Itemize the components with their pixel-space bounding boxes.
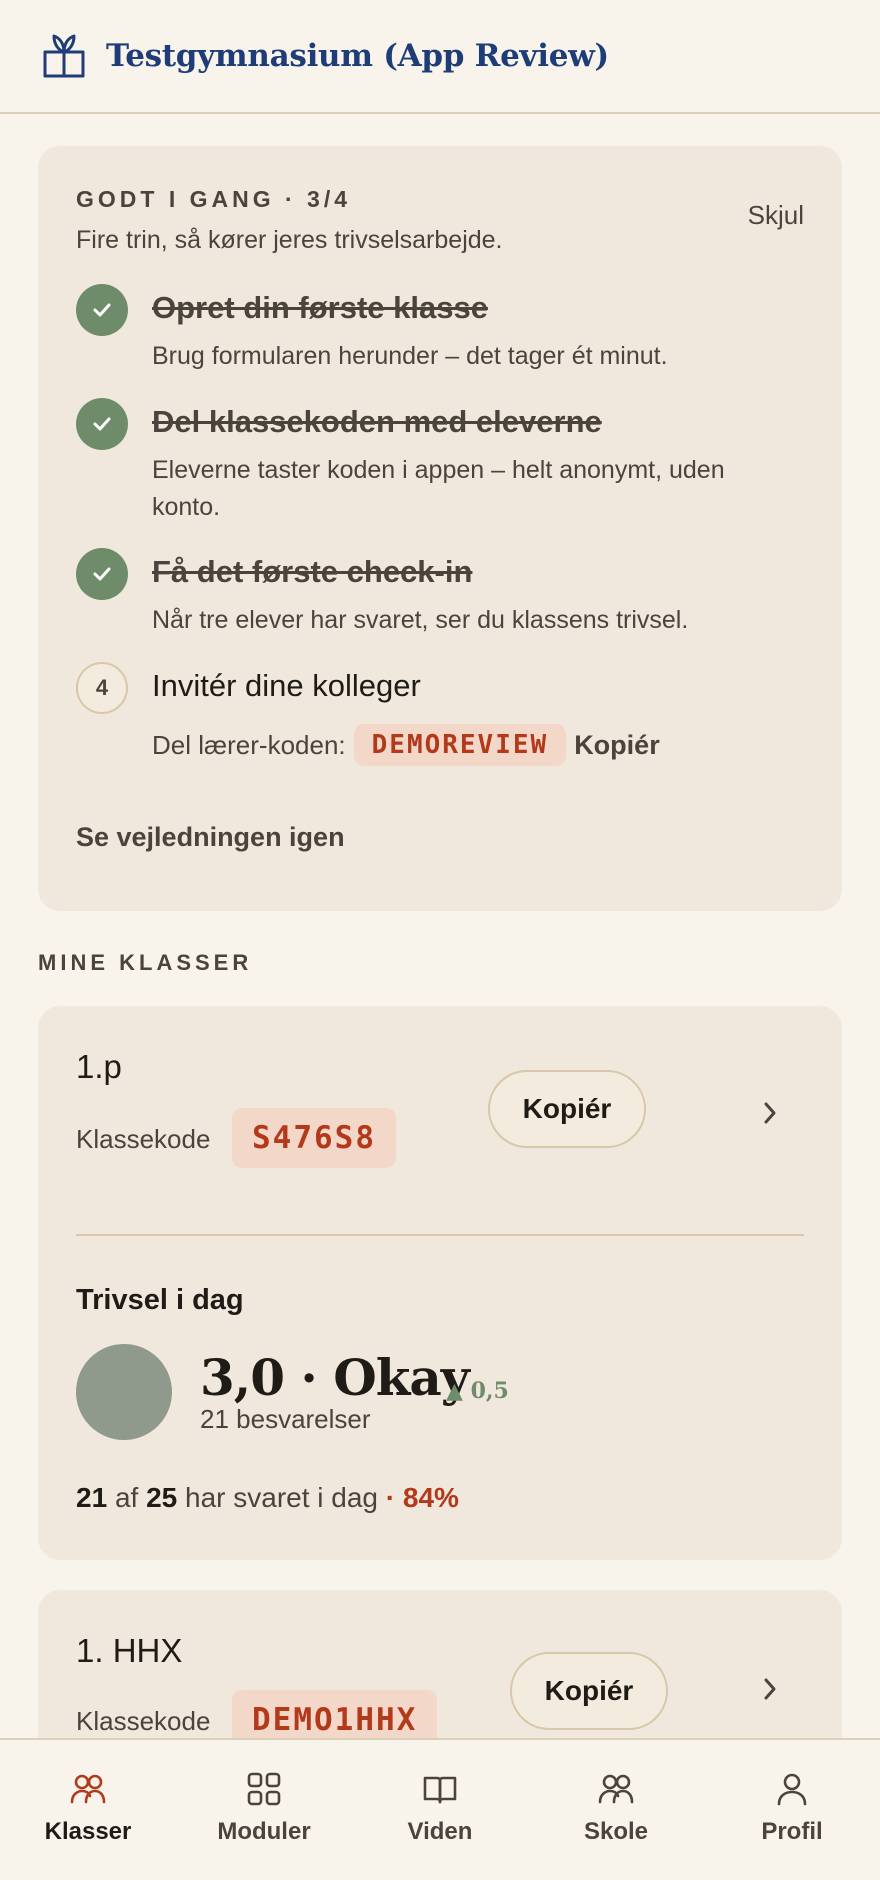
copy-teacher-code-button[interactable]: Kopiér: [574, 730, 660, 761]
nav-item-moduler[interactable]: Moduler: [176, 1740, 352, 1880]
nav-label: Klasser: [44, 1818, 132, 1845]
nav-item-viden[interactable]: Viden: [352, 1740, 528, 1880]
show-guide-link[interactable]: Se vejledningen igen: [76, 822, 345, 853]
check-icon: [76, 548, 128, 600]
mood-indicator: [76, 1344, 172, 1440]
card-divider: [76, 1234, 804, 1236]
step-description: Eleverne taster koden i appen – helt ano…: [152, 456, 725, 521]
class-code-label: Klassekode: [76, 1706, 211, 1736]
step-number: 4: [76, 662, 128, 714]
onboarding-progress: GODT I GANG · 3/4: [76, 186, 352, 212]
onboarding-card: GODT I GANG · 3/4 Fire trin, så kører je…: [38, 146, 842, 911]
nav-label: Skole: [583, 1818, 649, 1845]
book-sprout-icon: [43, 34, 85, 78]
class-code-label: Klassekode: [76, 1124, 211, 1154]
check-icon: [76, 284, 128, 336]
bottom-navigation: Klasser Moduler Viden Skole Profil: [0, 1738, 880, 1880]
step-title: Opret din første klasse: [152, 290, 488, 325]
wellbeing-delta: ▲ 0,5: [446, 1378, 509, 1404]
step-title: Få det første check-in: [152, 554, 473, 589]
step-description: Når tre elever har svaret, ser du klasse…: [152, 606, 689, 634]
people-icon: [598, 1774, 634, 1804]
check-icon: [76, 398, 128, 450]
chevron-right-icon[interactable]: [760, 1674, 780, 1704]
people-icon: [70, 1774, 106, 1804]
teacher-code-chip[interactable]: DEMOREVIEW: [353, 724, 567, 766]
answered-suffix: har svaret i dag: [185, 1482, 379, 1513]
chevron-right-icon[interactable]: [760, 1098, 780, 1128]
class-code-chip: S476S8: [232, 1108, 396, 1168]
copy-class-code-button[interactable]: Kopiér: [510, 1652, 668, 1730]
nav-item-skole[interactable]: Skole: [528, 1740, 704, 1880]
answered-of: af: [114, 1482, 139, 1513]
step-title: Invitér dine kolleger: [152, 668, 421, 703]
nav-label: Profil: [761, 1818, 823, 1845]
class-name: 1. HHX: [76, 1632, 183, 1669]
step-title: Del klassekoden med eleverne: [152, 404, 602, 439]
onboarding-subtitle: Fire trin, så kører jeres trivselsarbejd…: [76, 226, 503, 254]
nav-item-klasser[interactable]: Klasser: [0, 1740, 176, 1880]
teacher-code-row: Del lærer-koden: DEMOREVIEW Kopiér: [152, 724, 660, 766]
answered-today: 21 af 25 har svaret i dag · 84%: [76, 1482, 459, 1514]
class-card[interactable]: 1.p Klassekode S476S8 Kopiér Trivsel i d…: [38, 1006, 842, 1560]
nav-label: Moduler: [217, 1818, 311, 1845]
wellbeing-score: 3,0 · Okay: [200, 1348, 470, 1407]
answered-percent: · 84%: [385, 1482, 459, 1513]
step-description: Brug formularen herunder – det tager ét …: [152, 342, 668, 370]
wellbeing-title: Trivsel i dag: [76, 1284, 244, 1316]
answered-count: 21: [76, 1482, 108, 1513]
book-icon: [423, 1776, 457, 1804]
school-title: Testgymnasium (App Review): [106, 38, 609, 74]
copy-class-code-button[interactable]: Kopiér: [488, 1070, 646, 1148]
total-students: 25: [146, 1482, 178, 1513]
nav-label: Viden: [407, 1818, 473, 1845]
nav-item-profil[interactable]: Profil: [704, 1740, 880, 1880]
class-name: 1.p: [76, 1048, 122, 1085]
person-icon: [777, 1773, 807, 1806]
responses-count: 21 besvarelser: [200, 1404, 371, 1434]
app-header: Testgymnasium (App Review): [0, 0, 880, 114]
teacher-code-label: Del lærer-koden:: [152, 729, 346, 760]
my-classes-heading: MINE KLASSER: [38, 950, 253, 975]
grid-icon: [247, 1772, 281, 1806]
hide-onboarding-button[interactable]: Skjul: [748, 200, 804, 231]
